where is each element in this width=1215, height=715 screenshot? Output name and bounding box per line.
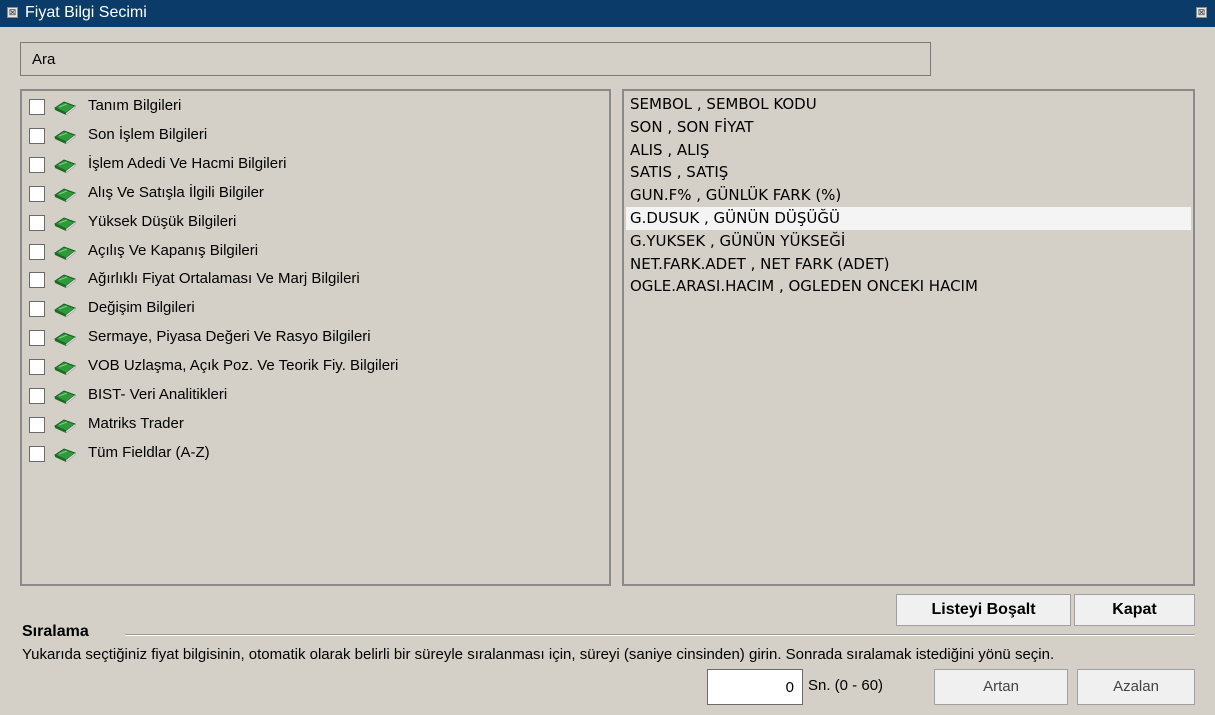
- category-label: BIST- Veri Analitikleri: [88, 386, 228, 403]
- category-label: Ağırlıklı Fiyat Ortalaması Ve Marj Bilgi…: [88, 270, 360, 288]
- seconds-input[interactable]: [708, 670, 802, 704]
- selected-fields-list: SEMBOL , SEMBOL KODU SON , SON FİYAT ALIS …: [622, 89, 1195, 586]
- book-icon: [54, 419, 76, 433]
- category-item[interactable]: Yüksek Düşük Bilgileri: [29, 211, 599, 235]
- category-item[interactable]: Tüm Fieldlar (A-Z): [29, 442, 599, 466]
- field-list-item[interactable]: SEMBOL , SEMBOL KODU: [626, 93, 1191, 116]
- search-input[interactable]: [21, 43, 930, 75]
- category-item[interactable]: Ağırlıklı Fiyat Ortalaması Ve Marj Bilgi…: [29, 268, 599, 292]
- seconds-field-box: [707, 669, 803, 705]
- book-icon: [54, 130, 76, 144]
- ascending-button[interactable]: Artan: [934, 669, 1068, 705]
- category-checkbox[interactable]: [29, 185, 45, 202]
- field-list-item[interactable]: OGLE.ARASI.HACIM , OGLEDEN ONCEKI HACIM: [626, 275, 1191, 298]
- sorting-description: Yukarıda seçtiğiniz fiyat bilgisinin, ot…: [22, 646, 1055, 663]
- title-bar: ⊠ Fiyat Bilgi Secimi ⊠: [0, 0, 1215, 27]
- category-checkbox[interactable]: [29, 330, 45, 347]
- sorting-section-title: Sıralama: [22, 623, 89, 640]
- category-label: Açılış Ve Kapanış Bilgileri: [88, 241, 259, 259]
- window-title: Fiyat Bilgi Secimi: [25, 4, 147, 21]
- field-list-item[interactable]: SATIS , SATIŞ: [626, 161, 1191, 184]
- book-icon: [54, 332, 76, 347]
- category-label: Tüm Fieldlar (A-Z): [88, 443, 210, 461]
- category-label: Alış Ve Satışla İlgili Bilgiler: [88, 183, 264, 201]
- category-checkbox[interactable]: [29, 272, 45, 289]
- book-icon: [54, 188, 76, 202]
- category-checkbox[interactable]: [29, 359, 45, 376]
- category-item[interactable]: BIST- Veri Analitikleri: [29, 384, 599, 408]
- category-item[interactable]: Değişim Bilgileri: [29, 297, 599, 321]
- clear-list-button[interactable]: Listeyi Boşalt: [896, 594, 1071, 626]
- field-list-item[interactable]: ALIS , ALIŞ: [626, 139, 1191, 162]
- category-label: İşlem Adedi Ve Hacmi Bilgileri: [88, 154, 287, 172]
- category-item[interactable]: Sermaye, Piyasa Değeri Ve Rasyo Bilgiler…: [29, 326, 599, 350]
- close-button[interactable]: Kapat: [1074, 594, 1195, 626]
- category-checkbox[interactable]: [29, 127, 45, 144]
- close-icon[interactable]: ⊠: [1196, 7, 1207, 18]
- category-checkbox[interactable]: [29, 388, 45, 404]
- category-item[interactable]: İşlem Adedi Ve Hacmi Bilgileri: [29, 153, 599, 177]
- category-item[interactable]: Alış Ve Satışla İlgili Bilgiler: [29, 182, 599, 206]
- descending-button[interactable]: Azalan: [1077, 669, 1195, 705]
- field-list-item[interactable]: GUN.F% , GÜNLÜK FARK (%): [626, 184, 1191, 207]
- category-item[interactable]: Matriks Trader: [29, 413, 599, 437]
- book-icon: [54, 159, 76, 173]
- category-label: Değişim Bilgileri: [88, 299, 195, 317]
- category-checkbox[interactable]: [29, 156, 45, 173]
- field-list-item[interactable]: NET.FARK.ADET , NET FARK (ADET): [626, 253, 1191, 276]
- category-checkbox[interactable]: [29, 301, 45, 318]
- book-icon: [54, 390, 76, 404]
- category-item[interactable]: Açılış Ve Kapanış Bilgileri: [29, 240, 599, 264]
- category-label: Son İşlem Bilgileri: [88, 125, 208, 143]
- book-icon: [54, 361, 76, 376]
- category-checkbox[interactable]: [29, 445, 45, 462]
- section-divider: [125, 634, 1195, 636]
- category-label: Sermaye, Piyasa Değeri Ve Rasyo Bilgiler…: [88, 328, 371, 346]
- category-item[interactable]: Son İşlem Bilgileri: [29, 124, 599, 148]
- book-icon: [54, 217, 76, 231]
- window-menu-icon[interactable]: ⊠: [7, 7, 18, 18]
- category-label: VOB Uzlaşma, Açık Poz. Ve Teorik Fiy. Bi…: [88, 357, 399, 375]
- category-item[interactable]: Tanım Bilgileri: [29, 95, 599, 119]
- search-box: [20, 42, 931, 76]
- category-tree: Tanım Bilgileri Son İşlem Bilgileri İşlem …: [20, 89, 611, 586]
- category-label: Tanım Bilgileri: [88, 97, 182, 114]
- category-checkbox[interactable]: [29, 243, 45, 260]
- category-label: Yüksek Düşük Bilgileri: [88, 212, 237, 230]
- book-icon: [54, 101, 76, 115]
- book-icon: [54, 303, 76, 318]
- category-checkbox[interactable]: [29, 99, 45, 115]
- book-icon: [54, 448, 76, 462]
- category-label: Matriks Trader: [88, 414, 184, 432]
- seconds-unit-label: Sn. (0 - 60): [808, 677, 884, 694]
- field-list-item[interactable]: G.DUSUK , GÜNÜN DÜŞÜĞÜ: [626, 207, 1191, 230]
- book-icon: [54, 245, 76, 260]
- field-list-item[interactable]: G.YUKSEK , GÜNÜN YÜKSEĞİ: [626, 230, 1191, 253]
- category-checkbox[interactable]: [29, 416, 45, 433]
- category-checkbox[interactable]: [29, 214, 45, 231]
- field-list-item[interactable]: SON , SON FİYAT: [626, 116, 1191, 139]
- category-item[interactable]: VOB Uzlaşma, Açık Poz. Ve Teorik Fiy. Bi…: [29, 355, 599, 379]
- book-icon: [54, 274, 76, 289]
